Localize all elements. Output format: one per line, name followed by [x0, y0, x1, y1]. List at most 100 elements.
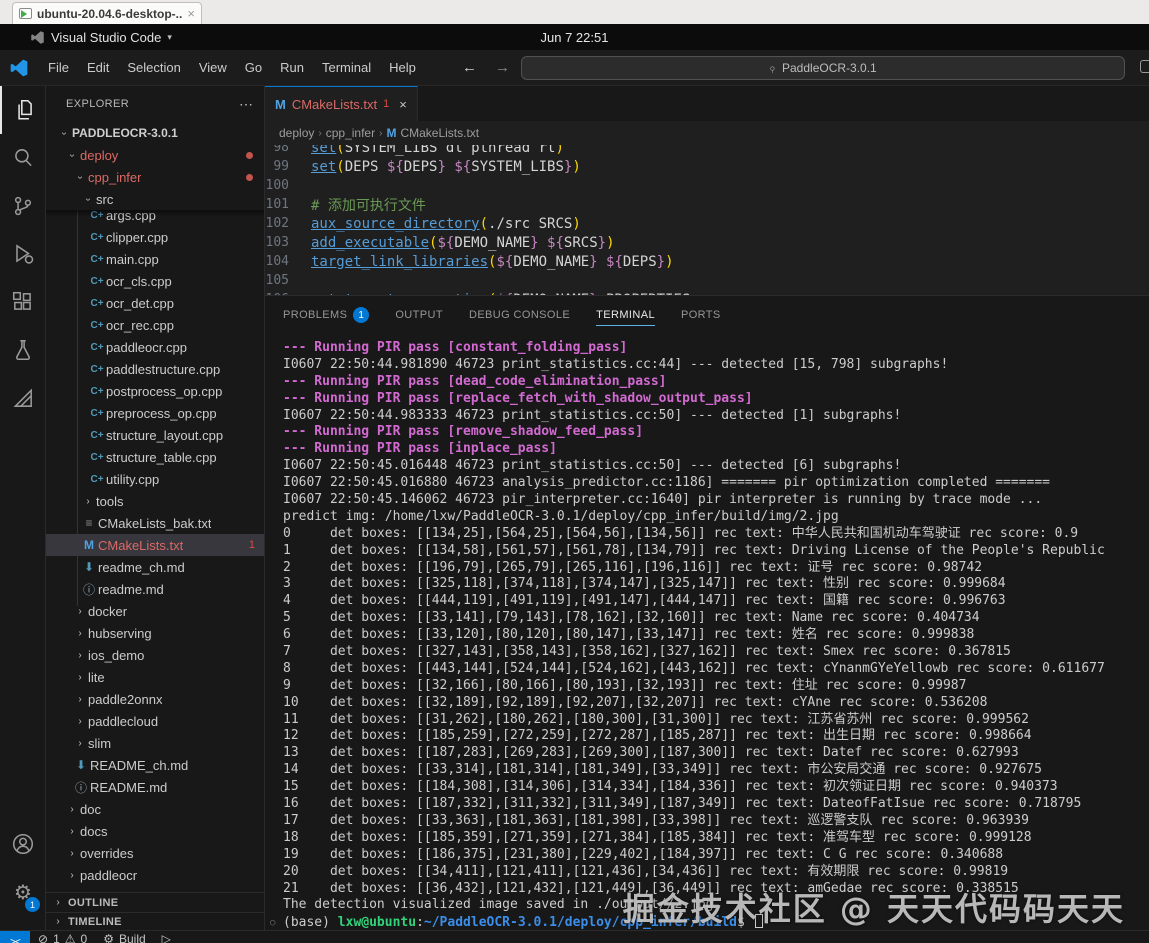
search-icon[interactable] [0, 134, 46, 182]
menu-file[interactable]: File [39, 56, 78, 79]
vm-tab-close-icon[interactable]: × [187, 6, 195, 21]
tree-item-docs[interactable]: ›docs [46, 820, 265, 842]
warning-count: 0 [81, 932, 88, 943]
tree-item-paddlecloud[interactable]: ›paddlecloud [46, 710, 265, 732]
tree-item-readme-md[interactable]: ⓘREADME.md [46, 776, 265, 798]
more-actions-icon[interactable]: ⋯ [239, 96, 254, 113]
tree-item-cmakelists-txt[interactable]: MCMakeLists.txt1 [46, 534, 265, 556]
vm-tab[interactable]: ubuntu-20.04.6-desktop-... × [12, 2, 202, 24]
panel-tab-debug-console[interactable]: DEBUG CONSOLE [469, 296, 570, 334]
settings-icon[interactable]: ⚙1 [0, 868, 46, 916]
terminal-det-line: 3 det boxes: [[325,118],[374,118],[374,1… [283, 576, 1149, 593]
tree-item-readme-ch-md[interactable]: ⬇readme_ch.md [46, 556, 265, 578]
md-file-icon: ⬇ [72, 758, 90, 772]
tree-item-main-cpp[interactable]: C+main.cpp [46, 248, 265, 270]
terminal-det-line: 16 det boxes: [[187,332],[311,332],[311,… [283, 796, 1149, 813]
forward-arrow-icon[interactable]: → [495, 59, 510, 76]
tree-item-ocr-det-cpp[interactable]: C+ocr_det.cpp [46, 292, 265, 314]
menu-help[interactable]: Help [380, 56, 425, 79]
chevron-right-icon: › [64, 804, 80, 815]
back-arrow-icon[interactable]: ← [462, 59, 477, 76]
menu-run[interactable]: Run [271, 56, 313, 79]
tree-item-preprocess-op-cpp[interactable]: C+preprocess_op.cpp [46, 402, 265, 424]
search-icon: ⌕ [765, 60, 780, 75]
code-editor[interactable]: 98set(SYSTEM_LIBS dl pthread rt)99set(DE… [265, 145, 1149, 295]
tree-item-docker[interactable]: ›docker [46, 600, 265, 622]
tree-item-structure-layout-cpp[interactable]: C+structure_layout.cpp [46, 424, 265, 446]
ruler-icon[interactable] [0, 374, 46, 422]
remote-indicator[interactable]: >< [0, 931, 30, 943]
tree-item-clipper-cpp[interactable]: C+clipper.cpp [46, 226, 265, 248]
tree-item-ios-demo[interactable]: ›ios_demo [46, 644, 265, 666]
chevron-right-icon: › [80, 496, 96, 507]
tree-item-label: lite [88, 670, 105, 685]
menu-view[interactable]: View [190, 56, 236, 79]
build-button[interactable]: ⚙ Build [95, 931, 153, 943]
tree-item-src[interactable]: ›src [46, 188, 265, 210]
run-button[interactable]: ▷ [154, 931, 179, 943]
tree-item-deploy[interactable]: ›deploy [46, 144, 265, 166]
explorer-icon[interactable] [0, 86, 46, 134]
tree-item-tools[interactable]: ›tools [46, 490, 265, 512]
modified-dot [246, 152, 253, 159]
layout-toggle-icon[interactable] [1140, 60, 1149, 73]
tree-item-paddle2onnx[interactable]: ›paddle2onnx [46, 688, 265, 710]
tree-item-paddleocr[interactable]: ›paddleocr [46, 864, 265, 886]
tree-item-paddleocr-3-0-1[interactable]: ›PADDLEOCR-3.0.1 [46, 122, 265, 144]
tree-item-readme-ch-md[interactable]: ⬇README_ch.md [46, 754, 265, 776]
line-number: 98 [265, 145, 311, 155]
menu-selection[interactable]: Selection [118, 56, 189, 79]
tab-cmakelists[interactable]: M CMakeLists.txt 1 × [265, 86, 418, 121]
menu-go[interactable]: Go [236, 56, 271, 79]
tree-item-label: PADDLEOCR-3.0.1 [72, 126, 178, 140]
cpp-file-icon: C+ [88, 386, 106, 397]
tree-item-overrides[interactable]: ›overrides [46, 842, 265, 864]
chevron-right-icon: › [64, 848, 80, 859]
system-clock[interactable]: Jun 7 22:51 [0, 30, 1149, 45]
tree-item-doc[interactable]: ›doc [46, 798, 265, 820]
editor-group: M CMakeLists.txt 1 × deploy›cpp_infer›MC… [265, 86, 1149, 295]
menu-edit[interactable]: Edit [78, 56, 118, 79]
testing-icon[interactable] [0, 326, 46, 374]
breadcrumb-item[interactable]: CMakeLists.txt [400, 126, 479, 140]
tree-item-paddleocr-cpp[interactable]: C+paddleocr.cpp [46, 336, 265, 358]
account-icon[interactable] [0, 820, 46, 868]
tree-item-utility-cpp[interactable]: C+utility.cpp [46, 468, 265, 490]
panel-tab-ports[interactable]: PORTS [681, 296, 721, 334]
source-control-icon[interactable] [0, 182, 46, 230]
panel-tab-terminal[interactable]: TERMINAL [596, 296, 655, 334]
tree-item-ppocr[interactable]: ›ppocr [46, 886, 265, 891]
section-timeline[interactable]: ›TIMELINE [46, 912, 265, 930]
tree-item-label: README_ch.md [90, 758, 188, 773]
tree-item-structure-table-cpp[interactable]: C+structure_table.cpp [46, 446, 265, 468]
tree-item-paddlestructure-cpp[interactable]: C+paddlestructure.cpp [46, 358, 265, 380]
tree-item-ocr-cls-cpp[interactable]: C+ocr_cls.cpp [46, 270, 265, 292]
problems-status[interactable]: ⊘ 1 ⚠ 0 [30, 931, 95, 943]
terminal[interactable]: --- Running PIR pass [constant_folding_p… [265, 340, 1149, 930]
panel-tab-output[interactable]: OUTPUT [395, 296, 443, 334]
tree-item-args-cpp[interactable]: C+args.cpp [46, 210, 265, 226]
command-center-search[interactable]: ⌕ PaddleOCR-3.0.1 [521, 56, 1125, 80]
chevron-down-icon: › [67, 147, 78, 163]
tree-item-postprocess-op-cpp[interactable]: C+postprocess_op.cpp [46, 380, 265, 402]
breadcrumb-item[interactable]: cpp_infer [326, 126, 375, 140]
close-icon[interactable]: × [399, 97, 407, 112]
terminal-log-line: --- Running PIR pass [constant_folding_p… [283, 340, 1149, 357]
tree-item-slim[interactable]: ›slim [46, 732, 265, 754]
tree-item-lite[interactable]: ›lite [46, 666, 265, 688]
panel-tab-problems[interactable]: PROBLEMS1 [283, 296, 369, 334]
cpp-file-icon: C+ [88, 232, 106, 243]
tree-item-cmakelists-bak-txt[interactable]: ≡CMakeLists_bak.txt [46, 512, 265, 534]
tree-item-hubserving[interactable]: ›hubserving [46, 622, 265, 644]
section-outline[interactable]: ›OUTLINE [46, 892, 265, 912]
extensions-icon[interactable] [0, 278, 46, 326]
tree-item-ocr-rec-cpp[interactable]: C+ocr_rec.cpp [46, 314, 265, 336]
breadcrumb-item[interactable]: deploy [279, 126, 314, 140]
tree-item-cpp-infer[interactable]: ›cpp_infer [46, 166, 265, 188]
vscode-logo-icon [30, 30, 45, 45]
tree-item-label: paddlestructure.cpp [106, 362, 220, 377]
run-debug-icon[interactable] [0, 230, 46, 278]
file-tree: ›PADDLEOCR-3.0.1›deploy›cpp_infer›srcC+a… [46, 122, 265, 891]
tree-item-readme-md[interactable]: ⓘreadme.md [46, 578, 265, 600]
menu-terminal[interactable]: Terminal [313, 56, 380, 79]
